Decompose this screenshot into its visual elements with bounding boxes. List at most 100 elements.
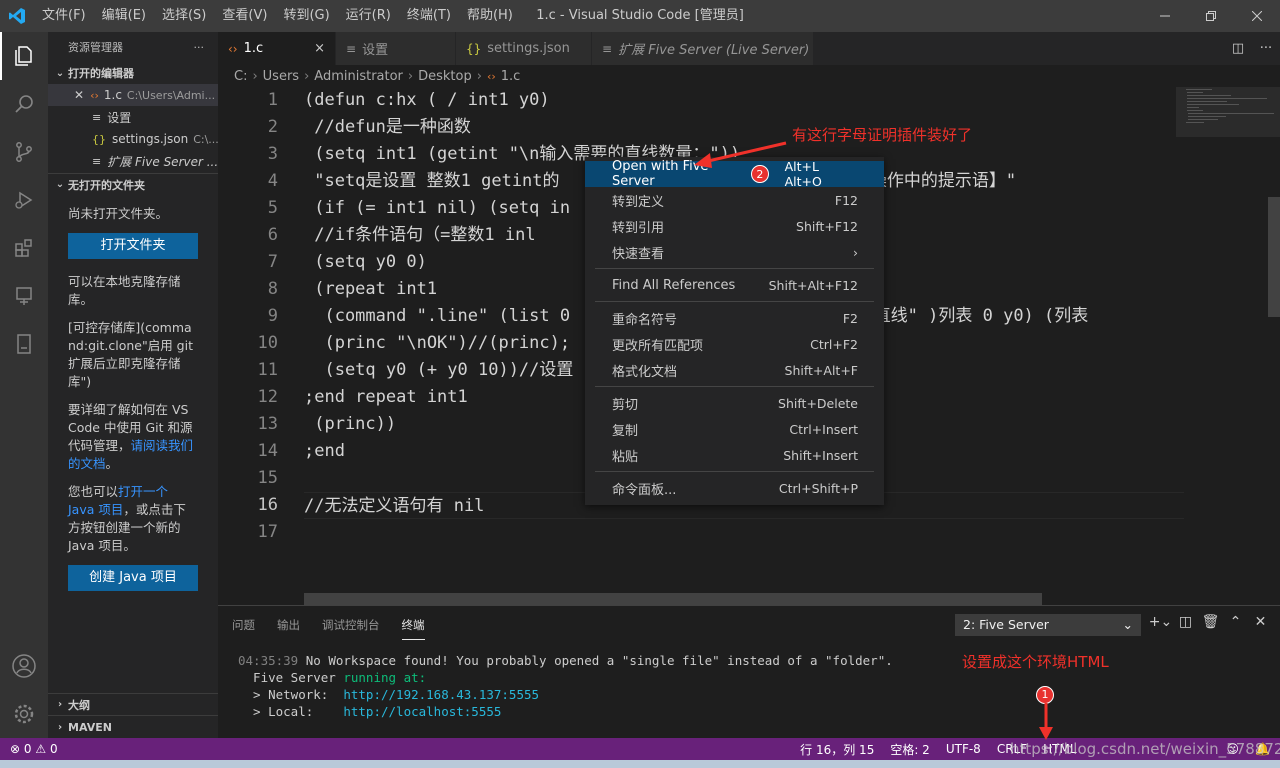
open-editor-item[interactable]: {} settings.json C:\...: [48, 128, 218, 150]
menu-separator: [595, 301, 874, 302]
menu-item-shortcut: ›: [853, 244, 858, 260]
annotation-number: 1: [1036, 685, 1054, 704]
minimize-button[interactable]: [1142, 0, 1188, 32]
remote-explorer-icon[interactable]: [0, 272, 48, 320]
horizontal-scrollbar[interactable]: [304, 593, 1042, 605]
outline-section[interactable]: › 大纲: [48, 694, 218, 716]
explorer-sidebar: 资源管理器 ··· ⌄ 打开的编辑器 ✕ ‹› 1.c C:\Users\Adm…: [48, 32, 218, 738]
menu-item[interactable]: 编辑(E): [94, 0, 154, 32]
trash-icon[interactable]: 🗑: [1198, 614, 1223, 630]
split-terminal-icon[interactable]: ◫: [1173, 614, 1198, 630]
context-menu-item[interactable]: Find All References Shift+Alt+F12: [585, 272, 884, 298]
context-menu-item[interactable]: 剪切 Shift+Delete: [585, 390, 884, 416]
terminal-local-url[interactable]: http://localhost:5555: [343, 704, 501, 719]
error-count: 0: [23, 742, 32, 756]
menu-separator: [595, 386, 874, 387]
explorer-icon[interactable]: [0, 32, 48, 80]
code-line[interactable]: [304, 519, 1184, 546]
breadcrumb-item[interactable]: C:: [234, 69, 247, 84]
cursor-position[interactable]: 行 16，列 15: [800, 741, 874, 758]
restore-button[interactable]: [1188, 0, 1234, 32]
minimap[interactable]: [1176, 87, 1280, 605]
explorer-header: 资源管理器 ···: [48, 32, 218, 62]
settings-gear-icon[interactable]: [0, 690, 48, 738]
open-editor-item[interactable]: ✕ ‹› 1.c C:\Users\Admi...: [48, 84, 218, 106]
open-editor-item[interactable]: ≡ 扩展 Five Server ...: [48, 150, 218, 172]
context-menu-item[interactable]: 复制 Ctrl+Insert: [585, 416, 884, 442]
accounts-icon[interactable]: [0, 642, 48, 690]
panel-tab[interactable]: 输出: [277, 609, 300, 639]
line-number: 9: [267, 306, 278, 326]
split-editor-icon[interactable]: ◫: [1224, 41, 1252, 56]
close-window-button[interactable]: [1234, 0, 1280, 32]
search-icon[interactable]: [0, 80, 48, 128]
menu-item[interactable]: 查看(V): [214, 0, 275, 32]
close-panel-icon[interactable]: ✕: [1248, 614, 1273, 630]
close-icon[interactable]: ✕: [74, 88, 84, 102]
menu-item[interactable]: 运行(R): [338, 0, 399, 32]
explorer-title: 资源管理器: [68, 41, 123, 54]
maven-section[interactable]: › MAVEN: [48, 716, 218, 738]
chevron-right-icon: ›: [252, 68, 258, 84]
breadcrumb-item[interactable]: Users: [263, 69, 299, 84]
close-tab-icon[interactable]: ×: [314, 41, 325, 56]
problems-indicator[interactable]: ⊗ 0 ⚠ 0: [10, 738, 58, 760]
panel-tab[interactable]: 问题: [232, 609, 255, 639]
source-control-icon[interactable]: [0, 128, 48, 176]
breadcrumb-item[interactable]: Administrator: [314, 69, 403, 84]
line-number: 12: [257, 387, 278, 407]
indentation[interactable]: 空格: 2: [890, 741, 930, 758]
line-number: 6: [267, 225, 278, 245]
menu-item[interactable]: 帮助(H): [459, 0, 521, 32]
vertical-scrollbar[interactable]: [1268, 197, 1280, 317]
code-line[interactable]: (defun c:hx ( / int1 y0): [304, 87, 1184, 114]
context-menu-item[interactable]: 粘贴 Shift+Insert: [585, 442, 884, 468]
context-menu-item[interactable]: 命令面板... Ctrl+Shift+P: [585, 475, 884, 501]
open-folder-button[interactable]: 打开文件夹: [68, 233, 198, 259]
tab-five-server-extension[interactable]: ≡ 扩展 Five Server (Live Server): [592, 32, 814, 65]
open-editor-item[interactable]: ≡ 设置: [48, 106, 218, 128]
context-menu-item[interactable]: 更改所有匹配项 Ctrl+F2: [585, 331, 884, 357]
breadcrumb-item[interactable]: Desktop: [418, 69, 472, 84]
no-folder-section[interactable]: ⌄ 无打开的文件夹: [48, 173, 218, 195]
context-menu-item[interactable]: 转到定义 F12: [585, 187, 884, 213]
terminal-output[interactable]: 04:35:39 No Workspace found! You probabl…: [238, 652, 893, 720]
new-terminal-icon[interactable]: +⌄: [1148, 614, 1173, 630]
create-java-project-button[interactable]: 创建 Java 项目: [68, 565, 198, 591]
more-actions-icon[interactable]: ···: [1252, 41, 1280, 56]
terminal-select[interactable]: 2: Five Server ⌄: [955, 614, 1141, 636]
line-number: 16: [257, 495, 278, 515]
menu-item[interactable]: 文件(F): [34, 0, 94, 32]
json-file-icon: {}: [466, 41, 482, 56]
code-line[interactable]: //defun是一种函数: [304, 114, 1184, 141]
encoding[interactable]: UTF-8: [946, 742, 981, 756]
menu-item-label: 命令面板...: [612, 482, 677, 498]
terminal-network-url[interactable]: http://192.168.43.137:5555: [343, 687, 539, 702]
open-editor-name: settings.json: [112, 132, 189, 146]
menu-item[interactable]: 选择(S): [154, 0, 214, 32]
context-menu-item[interactable]: 转到引用 Shift+F12: [585, 213, 884, 239]
context-menu-item[interactable]: 重命名符号 F2: [585, 305, 884, 331]
git-docs-text: 要详细了解如何在 VS Code 中使用 Git 和源代码管理，请阅读我们的文档…: [68, 401, 198, 473]
tab-1c[interactable]: ‹› 1.c ×: [218, 32, 336, 65]
context-menu-item[interactable]: 快速查看 ›: [585, 239, 884, 265]
tab-settings-json[interactable]: {} settings.json: [456, 32, 592, 65]
maximize-panel-icon[interactable]: ⌃: [1223, 614, 1248, 630]
open-editors-section[interactable]: ⌄ 打开的编辑器: [48, 62, 218, 84]
tab-settings[interactable]: ≡ 设置: [336, 32, 456, 65]
extensions-icon[interactable]: [0, 224, 48, 272]
open-editor-path: C:\...: [193, 132, 218, 146]
menu-item[interactable]: 转到(G): [275, 0, 337, 32]
watermark: https://blog.csdn.net/weixin_57887231: [1010, 740, 1280, 758]
panel-tab[interactable]: 调试控制台: [322, 609, 380, 639]
more-actions-icon[interactable]: ···: [194, 41, 205, 54]
breadcrumb-item[interactable]: 1.c: [501, 69, 521, 84]
notebook-icon[interactable]: [0, 320, 48, 368]
tab-label: 1.c: [243, 41, 264, 56]
run-debug-icon[interactable]: [0, 176, 48, 224]
menu-item[interactable]: 终端(T): [399, 0, 459, 32]
panel-tab[interactable]: 终端: [401, 609, 425, 640]
context-menu-item[interactable]: 格式化文档 Shift+Alt+F: [585, 357, 884, 383]
line-number: 1: [267, 90, 278, 110]
line-number: 14: [257, 441, 278, 461]
